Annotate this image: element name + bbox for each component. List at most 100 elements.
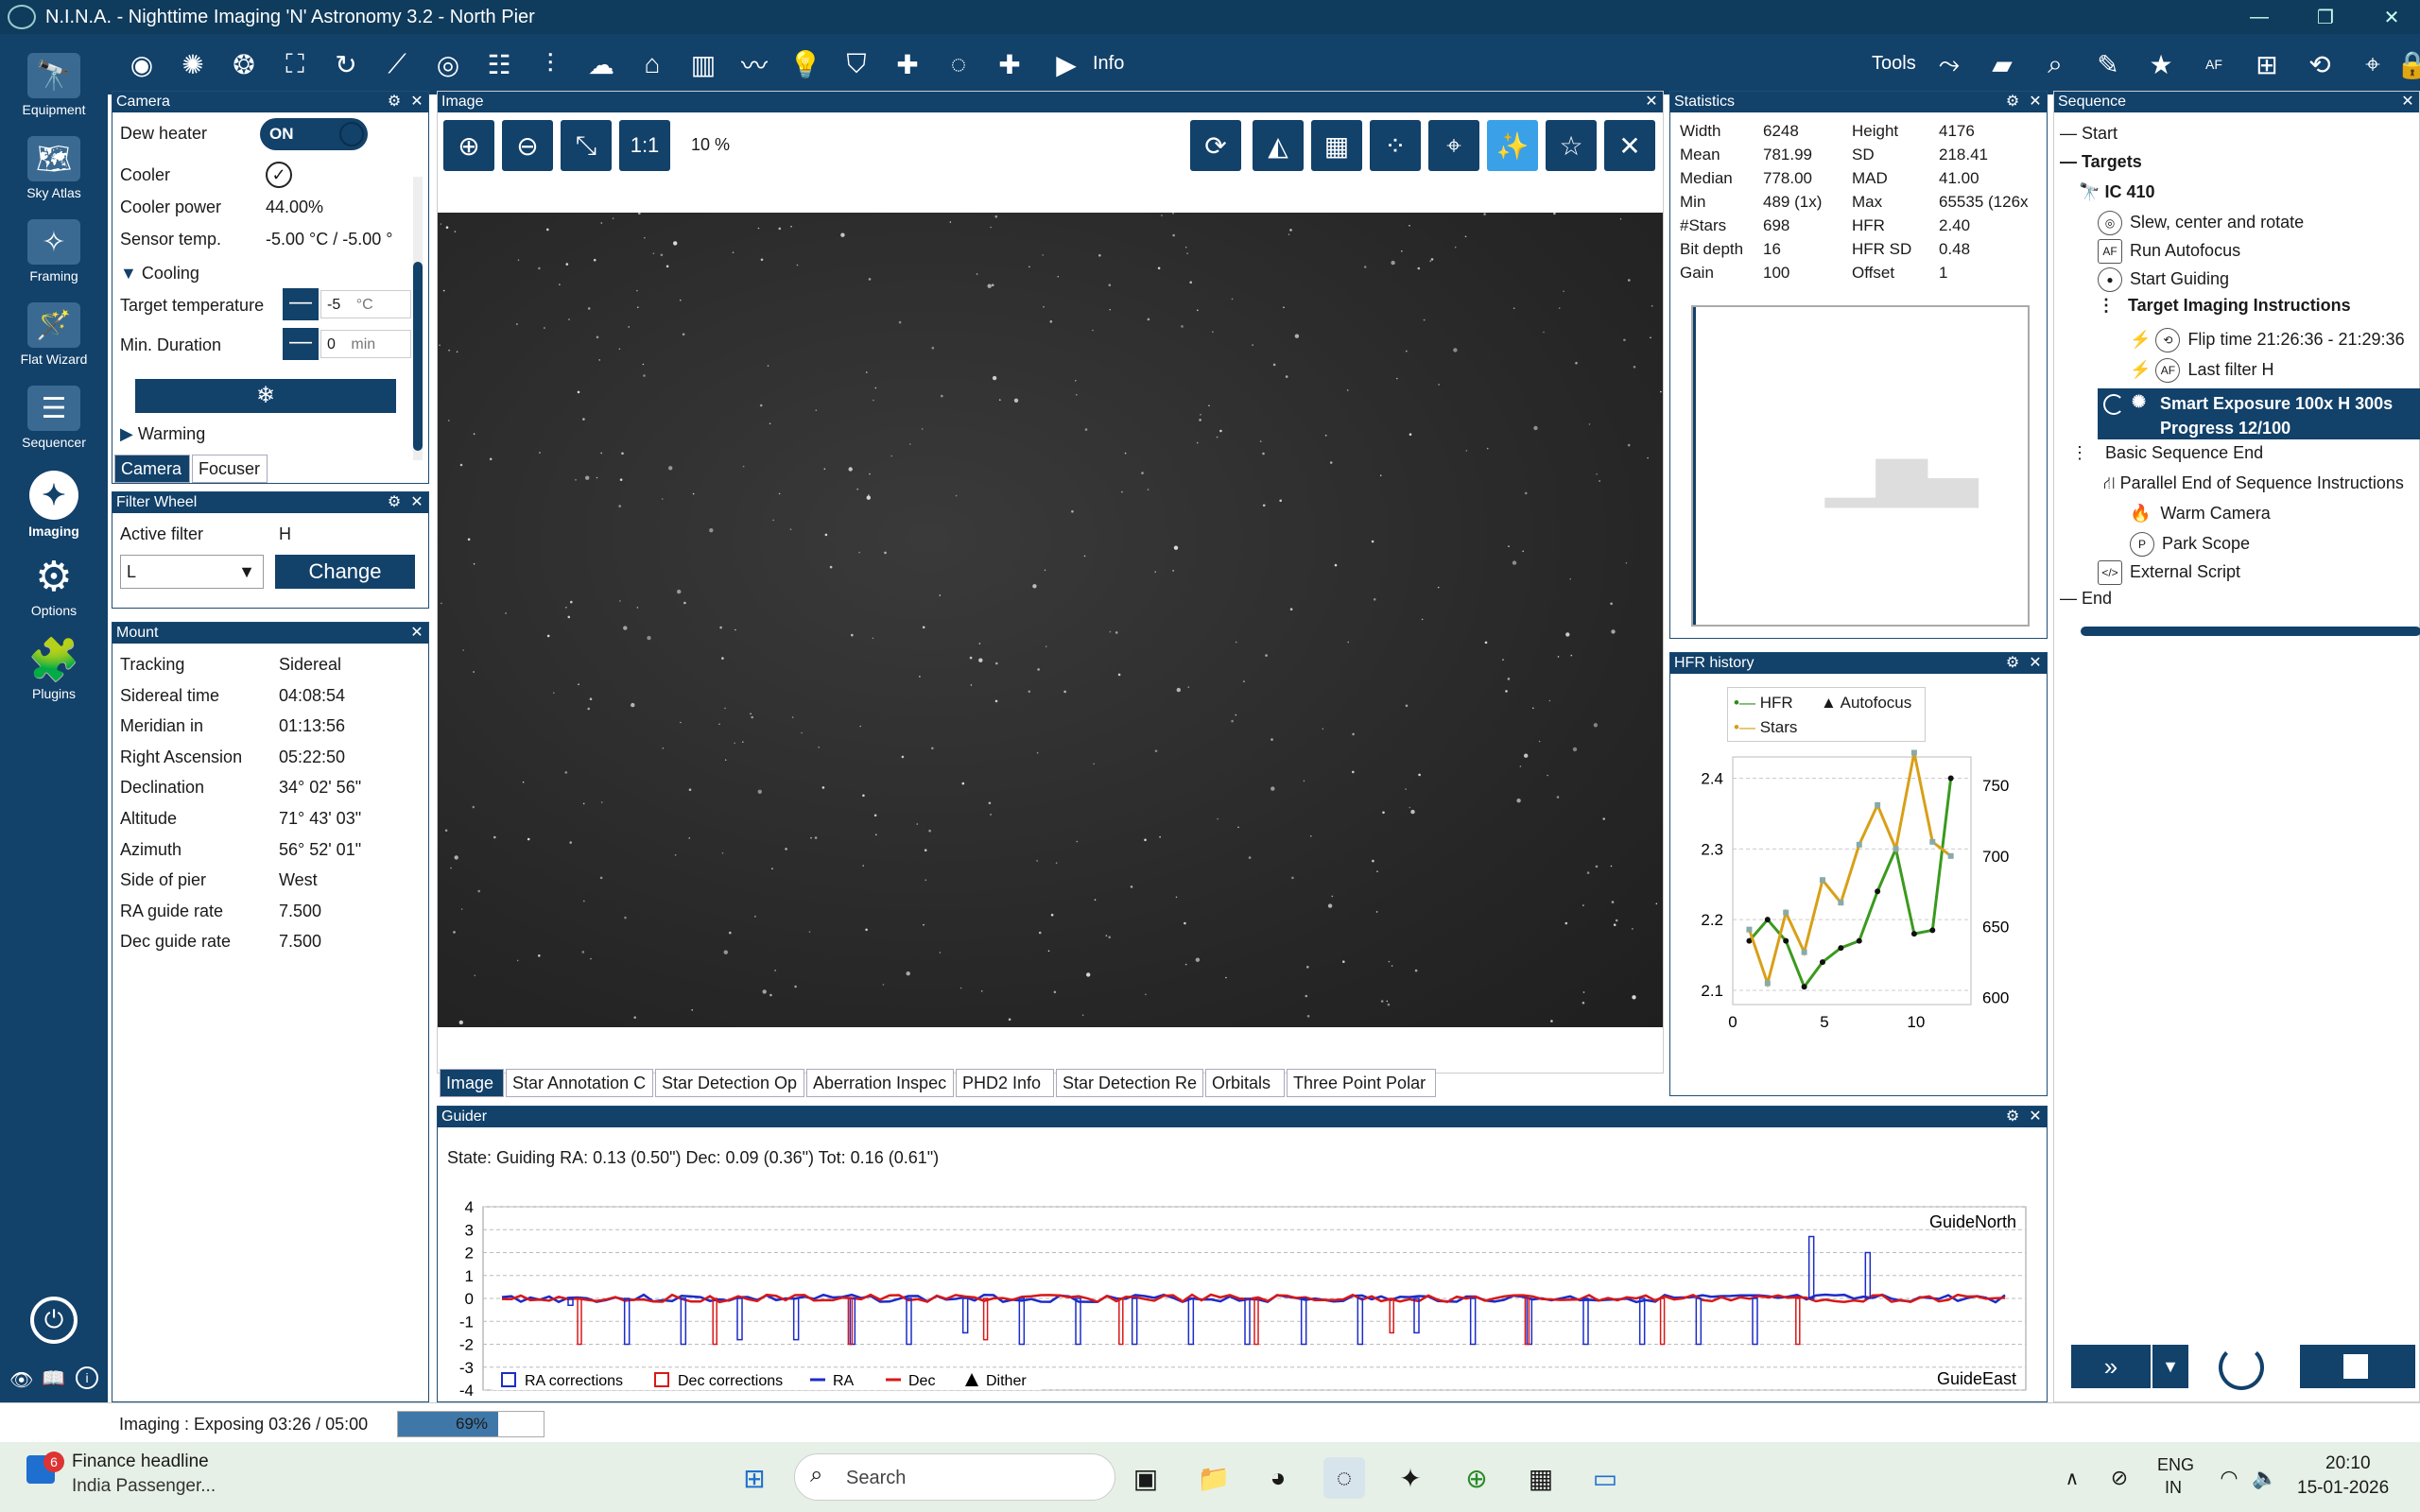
image-tab[interactable]: Aberration Inspec xyxy=(806,1069,954,1097)
target-temp-decrement[interactable]: — xyxy=(283,288,319,320)
video-icon[interactable]: ▶ xyxy=(1049,47,1083,81)
image-tab[interactable]: PHD2 Info xyxy=(956,1069,1054,1097)
settings-icon[interactable]: ⚙ xyxy=(385,492,404,513)
filter-select[interactable]: L ▼ xyxy=(120,555,264,589)
sequence-list-icon[interactable]: ☷ xyxy=(482,47,516,81)
filter-icon[interactable]: ❂ xyxy=(227,47,261,81)
focuser-icon[interactable]: ⛶ xyxy=(278,47,312,81)
bulb-icon[interactable]: 💡 xyxy=(788,47,822,81)
stop-button[interactable] xyxy=(2300,1345,2415,1388)
flip-trigger[interactable]: ⚡ ⟲ Flip time 21:26:36 - 21:29:36 xyxy=(2130,328,2405,352)
calculator-icon[interactable]: ▦ xyxy=(1520,1457,1562,1499)
image-tab[interactable]: Three Point Polar xyxy=(1287,1069,1436,1097)
camera-icon[interactable]: ◉ xyxy=(125,47,159,81)
lock-icon[interactable]: 🔒 xyxy=(2395,47,2420,81)
windows-start-icon[interactable]: ⊞ xyxy=(734,1457,775,1499)
rotator-icon[interactable]: ↻ xyxy=(329,47,363,81)
puzzle-icon[interactable]: ✚ xyxy=(993,47,1027,81)
history-icon[interactable]: ⟲ xyxy=(2303,47,2337,81)
plugin-icon[interactable]: ✚ xyxy=(890,47,925,81)
close-icon[interactable]: ✕ xyxy=(1642,92,1661,112)
close-icon[interactable]: ✕ xyxy=(2026,92,2045,112)
grid-icon[interactable]: ▦ xyxy=(1311,120,1362,171)
dew-heater-toggle[interactable]: ON xyxy=(260,118,368,150)
info-label[interactable]: Info xyxy=(1093,53,1124,75)
sidebar-item-flat-wizard[interactable]: 🪄 Flat Wizard xyxy=(0,302,108,367)
search-box[interactable]: ⌕ Search xyxy=(794,1453,1115,1501)
close-icon[interactable]: ✕ xyxy=(2026,1107,2045,1127)
close-icon[interactable]: ✕ xyxy=(2398,92,2417,112)
clock-time[interactable]: 20:10 xyxy=(2325,1453,2371,1474)
crosshair-icon[interactable]: ⌖ xyxy=(2356,47,2390,81)
close-icon[interactable]: ✕ xyxy=(407,92,426,112)
autofocus-icon[interactable]: AF xyxy=(2197,47,2231,81)
image-tab[interactable]: Orbitals xyxy=(1205,1069,1285,1097)
target-imaging-instructions[interactable]: ⋮ Target Imaging Instructions xyxy=(2098,296,2351,316)
target-icon[interactable]: ⌖ xyxy=(1428,120,1479,171)
sequence-start[interactable]: — Start xyxy=(2060,124,2118,144)
image-tab[interactable]: Star Detection Re xyxy=(1056,1069,1203,1097)
basic-sequence-end[interactable]: ⋮ Basic Sequence End xyxy=(2071,443,2263,463)
tool-icon[interactable]: ⤳ xyxy=(1932,47,1966,81)
settings-icon[interactable]: ⚙ xyxy=(385,92,404,112)
photos-icon[interactable]: ▭ xyxy=(1584,1457,1626,1499)
switch-icon[interactable]: ⫶ xyxy=(533,47,567,81)
graph-icon[interactable]: 〰 xyxy=(737,47,771,81)
flat-panel-icon[interactable]: ▰ xyxy=(1985,47,2019,81)
image-tab[interactable]: Image xyxy=(440,1069,504,1097)
fit-icon[interactable]: ⤡ xyxy=(561,120,612,171)
tab-focuser[interactable]: Focuser xyxy=(192,455,268,483)
rotate-icon[interactable]: ⟳ xyxy=(1190,120,1241,171)
histogram-icon[interactable]: ▥ xyxy=(686,47,720,81)
change-filter-button[interactable]: Change xyxy=(275,555,415,589)
maximize-button[interactable]: ❐ xyxy=(2292,0,2359,34)
search-icon[interactable]: ⌕ xyxy=(2038,47,2072,81)
sidebar-item-equipment[interactable]: 🔭 Equipment xyxy=(0,53,108,117)
sidebar-item-sequencer[interactable]: ☰ Sequencer xyxy=(0,386,108,450)
warming-expander[interactable]: ▶ Warming xyxy=(120,424,205,444)
park-scope-instruction[interactable]: P Park Scope xyxy=(2130,532,2250,557)
crosshatch-icon[interactable]: ✕ xyxy=(1604,120,1655,171)
dropdown-button[interactable]: ▼ xyxy=(2152,1345,2188,1388)
sequence-targets[interactable]: — Targets xyxy=(2060,152,2142,172)
cooling-expander[interactable]: ▼ Cooling xyxy=(120,264,199,284)
dome-icon[interactable]: ⌂ xyxy=(635,47,669,81)
telescope-icon[interactable]: ⟋ xyxy=(380,47,414,81)
stars-overlay-icon[interactable]: ⁘ xyxy=(1370,120,1421,171)
settings-icon[interactable]: ⚙ xyxy=(2003,1107,2022,1127)
grid-icon[interactable]: ⊞ xyxy=(2250,47,2284,81)
phd2-icon[interactable]: ✦ xyxy=(1390,1457,1431,1499)
flip-icon[interactable]: ◭ xyxy=(1253,120,1304,171)
zoom-in-icon[interactable]: ⊕ xyxy=(443,120,494,171)
sequence-end[interactable]: — End xyxy=(2060,589,2112,609)
min-duration-decrement[interactable]: — xyxy=(283,328,319,360)
filter-wheel-icon[interactable]: ✺ xyxy=(176,47,210,81)
settings-icon[interactable]: ⚙ xyxy=(2003,653,2022,674)
zoom-1to1-button[interactable]: 1:1 xyxy=(619,120,670,171)
last-filter-trigger[interactable]: ⚡ AF Last filter H xyxy=(2130,358,2273,383)
image-tab[interactable]: Star Detection Op xyxy=(655,1069,804,1097)
start-guiding-instruction[interactable]: ● Start Guiding xyxy=(2098,267,2229,292)
target-ic410[interactable]: 🔭 IC 410 xyxy=(2079,182,2154,202)
image-tab[interactable]: Star Annotation C xyxy=(506,1069,653,1097)
sidebar-item-framing[interactable]: ✧ Framing xyxy=(0,219,108,284)
star-icon[interactable]: ☆ xyxy=(1546,120,1597,171)
sharpcap-icon[interactable]: ⊕ xyxy=(1456,1457,1497,1499)
autofocus-instruction[interactable]: AF Run Autofocus xyxy=(2098,239,2240,264)
eye-icon[interactable]: 👁 xyxy=(9,1368,33,1392)
book-icon[interactable]: 📖 xyxy=(42,1366,65,1390)
skip-forward-button[interactable]: » xyxy=(2071,1345,2151,1388)
news-title[interactable]: Finance headline xyxy=(72,1452,209,1472)
chrome-icon[interactable]: ◕ xyxy=(1257,1457,1299,1499)
orbit-icon[interactable]: ◌ xyxy=(942,47,976,81)
task-view-icon[interactable]: ▣ xyxy=(1125,1457,1167,1499)
power-icon[interactable]: ⏻ xyxy=(30,1297,78,1344)
sky-image[interactable] xyxy=(438,213,1663,1027)
close-icon[interactable]: ✕ xyxy=(2026,653,2045,674)
external-script-instruction[interactable]: </> External Script xyxy=(2098,560,2240,585)
cool-button[interactable]: ❄ xyxy=(135,379,396,413)
magic-wand-icon[interactable]: ✨ xyxy=(1487,120,1538,171)
sidebar-item-plugins[interactable]: 🧩 Plugins xyxy=(0,637,108,701)
sidebar-item-options[interactable]: ⚙ Options xyxy=(0,554,108,619)
min-duration-input[interactable]: 0 min xyxy=(320,330,411,358)
